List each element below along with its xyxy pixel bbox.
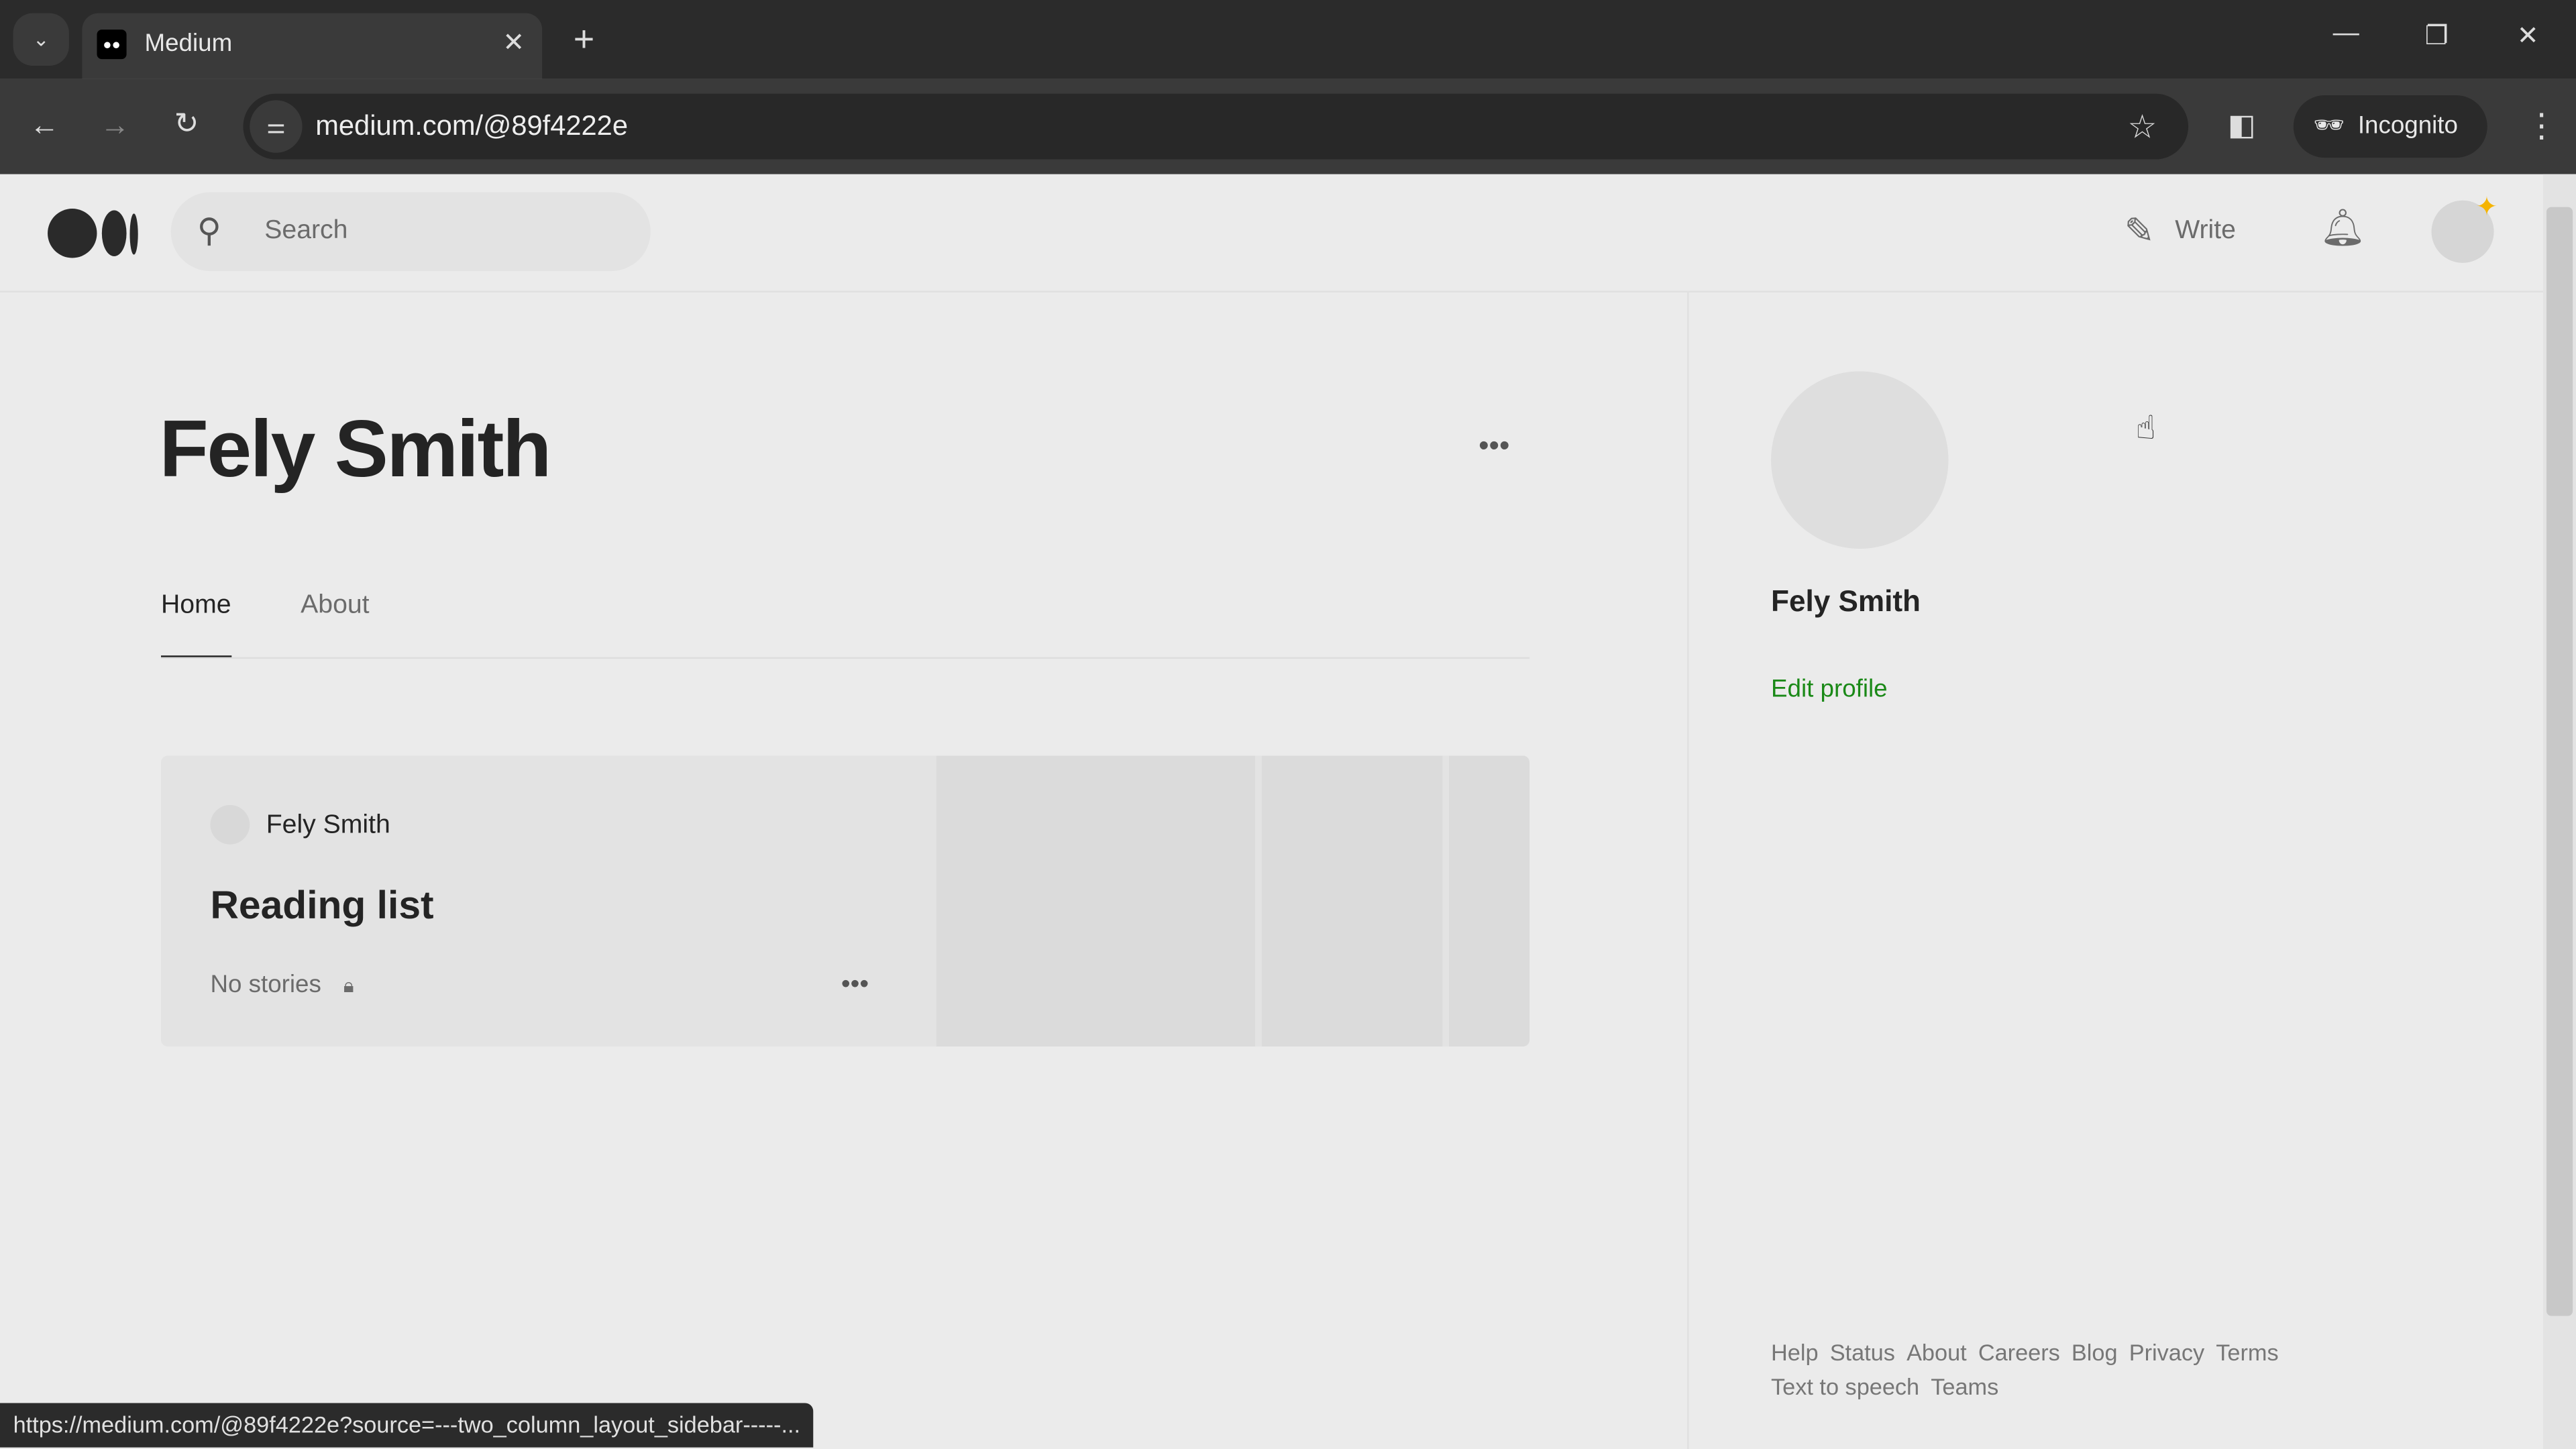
footer-link-privacy[interactable]: Privacy <box>2129 1339 2204 1365</box>
reading-list-card[interactable]: Fely Smith Reading list No stories 🔒︎ ••… <box>161 755 1530 1047</box>
medium-logo[interactable] <box>48 209 140 258</box>
url-text: medium.com/@89f4222e <box>315 110 628 142</box>
footer-link-blog[interactable]: Blog <box>2072 1339 2118 1365</box>
edit-profile-link[interactable]: Edit profile <box>1771 676 1888 704</box>
close-window-icon[interactable]: ✕ <box>2517 19 2539 52</box>
card-preview-image <box>936 755 1256 1047</box>
search-placeholder: Search <box>264 217 348 245</box>
lock-icon: 🔒︎ <box>343 974 354 998</box>
footer-link-about[interactable]: About <box>1907 1339 1967 1365</box>
search-icon: ⚲ <box>197 213 221 250</box>
card-preview-image <box>1449 755 1530 1047</box>
browser-tab[interactable]: ●● Medium ✕ <box>82 13 543 79</box>
incognito-icon: 🕶 <box>2313 111 2345 140</box>
write-button[interactable]: ✎ Write <box>2125 210 2236 253</box>
footer-links: Help Status About Careers Blog Privacy Terms Te… <box>1771 1336 2313 1405</box>
scrollbar[interactable] <box>2543 174 2576 1449</box>
more-options-icon[interactable]: ••• <box>1479 429 1509 463</box>
browser-menu-icon[interactable]: ⋮ <box>2525 105 2558 146</box>
sidebar-name: Fely Smith <box>1771 584 1921 618</box>
tab-home[interactable]: Home <box>161 592 231 657</box>
tab-about[interactable]: About <box>301 592 369 621</box>
footer-link-help[interactable]: Help <box>1771 1339 1819 1365</box>
site-info-icon[interactable]: ⚌ <box>250 100 303 153</box>
back-icon[interactable]: ← <box>30 109 59 143</box>
tab-search-button[interactable]: ⌄ <box>13 13 69 66</box>
footer-link-text-to-speech[interactable]: Text to speech <box>1771 1373 1919 1399</box>
new-tab-icon[interactable]: + <box>574 18 594 61</box>
minimize-icon[interactable]: — <box>2333 19 2359 49</box>
restore-icon[interactable]: ❐ <box>2425 19 2449 52</box>
incognito-label: Incognito <box>2357 111 2458 140</box>
address-bar[interactable]: ⚌ medium.com/@89f4222e ☆ <box>243 93 2189 160</box>
page: ⚲ Search ✎ Write 🔔︎ ✦ Fely Smith ••• Hom… <box>0 174 2544 1449</box>
side-panel-icon[interactable]: ◧ <box>2228 109 2256 143</box>
tab-title: Medium <box>144 30 233 58</box>
sidebar-divider <box>1687 292 1689 1449</box>
reload-icon[interactable]: ↻ <box>174 107 199 141</box>
medium-favicon: ●● <box>97 30 127 60</box>
notifications-bell-icon[interactable]: 🔔︎ <box>2320 207 2365 250</box>
scrollbar-thumb[interactable] <box>2546 207 2573 1316</box>
footer-link-careers[interactable]: Careers <box>1978 1339 2060 1365</box>
close-tab-icon[interactable]: ✕ <box>502 26 525 59</box>
bookmark-star-icon[interactable]: ☆ <box>2127 107 2157 148</box>
write-label: Write <box>2175 217 2236 245</box>
profile-tabs: Home About <box>161 588 1530 659</box>
footer-link-status[interactable]: Status <box>1830 1339 1895 1365</box>
card-meta: No stories <box>210 971 321 999</box>
card-title: Reading list <box>210 883 434 928</box>
incognito-badge[interactable]: 🕶 Incognito <box>2293 95 2487 158</box>
write-icon: ✎ <box>2124 210 2155 252</box>
status-bar-url: https://medium.com/@89f4222e?source=---t… <box>0 1403 814 1448</box>
page-title: Fely Smith <box>159 405 552 495</box>
author-avatar <box>210 805 250 845</box>
search-input[interactable]: ⚲ Search <box>170 192 651 272</box>
footer-link-teams[interactable]: Teams <box>1931 1373 1998 1399</box>
forward-icon[interactable]: → <box>100 109 129 143</box>
card-more-icon[interactable]: ••• <box>841 971 869 1000</box>
sparkle-icon: ✦ <box>2475 193 2498 222</box>
card-author: Fely Smith <box>266 811 390 840</box>
card-preview-image <box>1261 755 1443 1047</box>
cursor-hand-icon: ☝︎ <box>2135 411 2156 447</box>
footer-link-terms[interactable]: Terms <box>2216 1339 2278 1365</box>
sidebar-avatar[interactable] <box>1771 371 1949 549</box>
